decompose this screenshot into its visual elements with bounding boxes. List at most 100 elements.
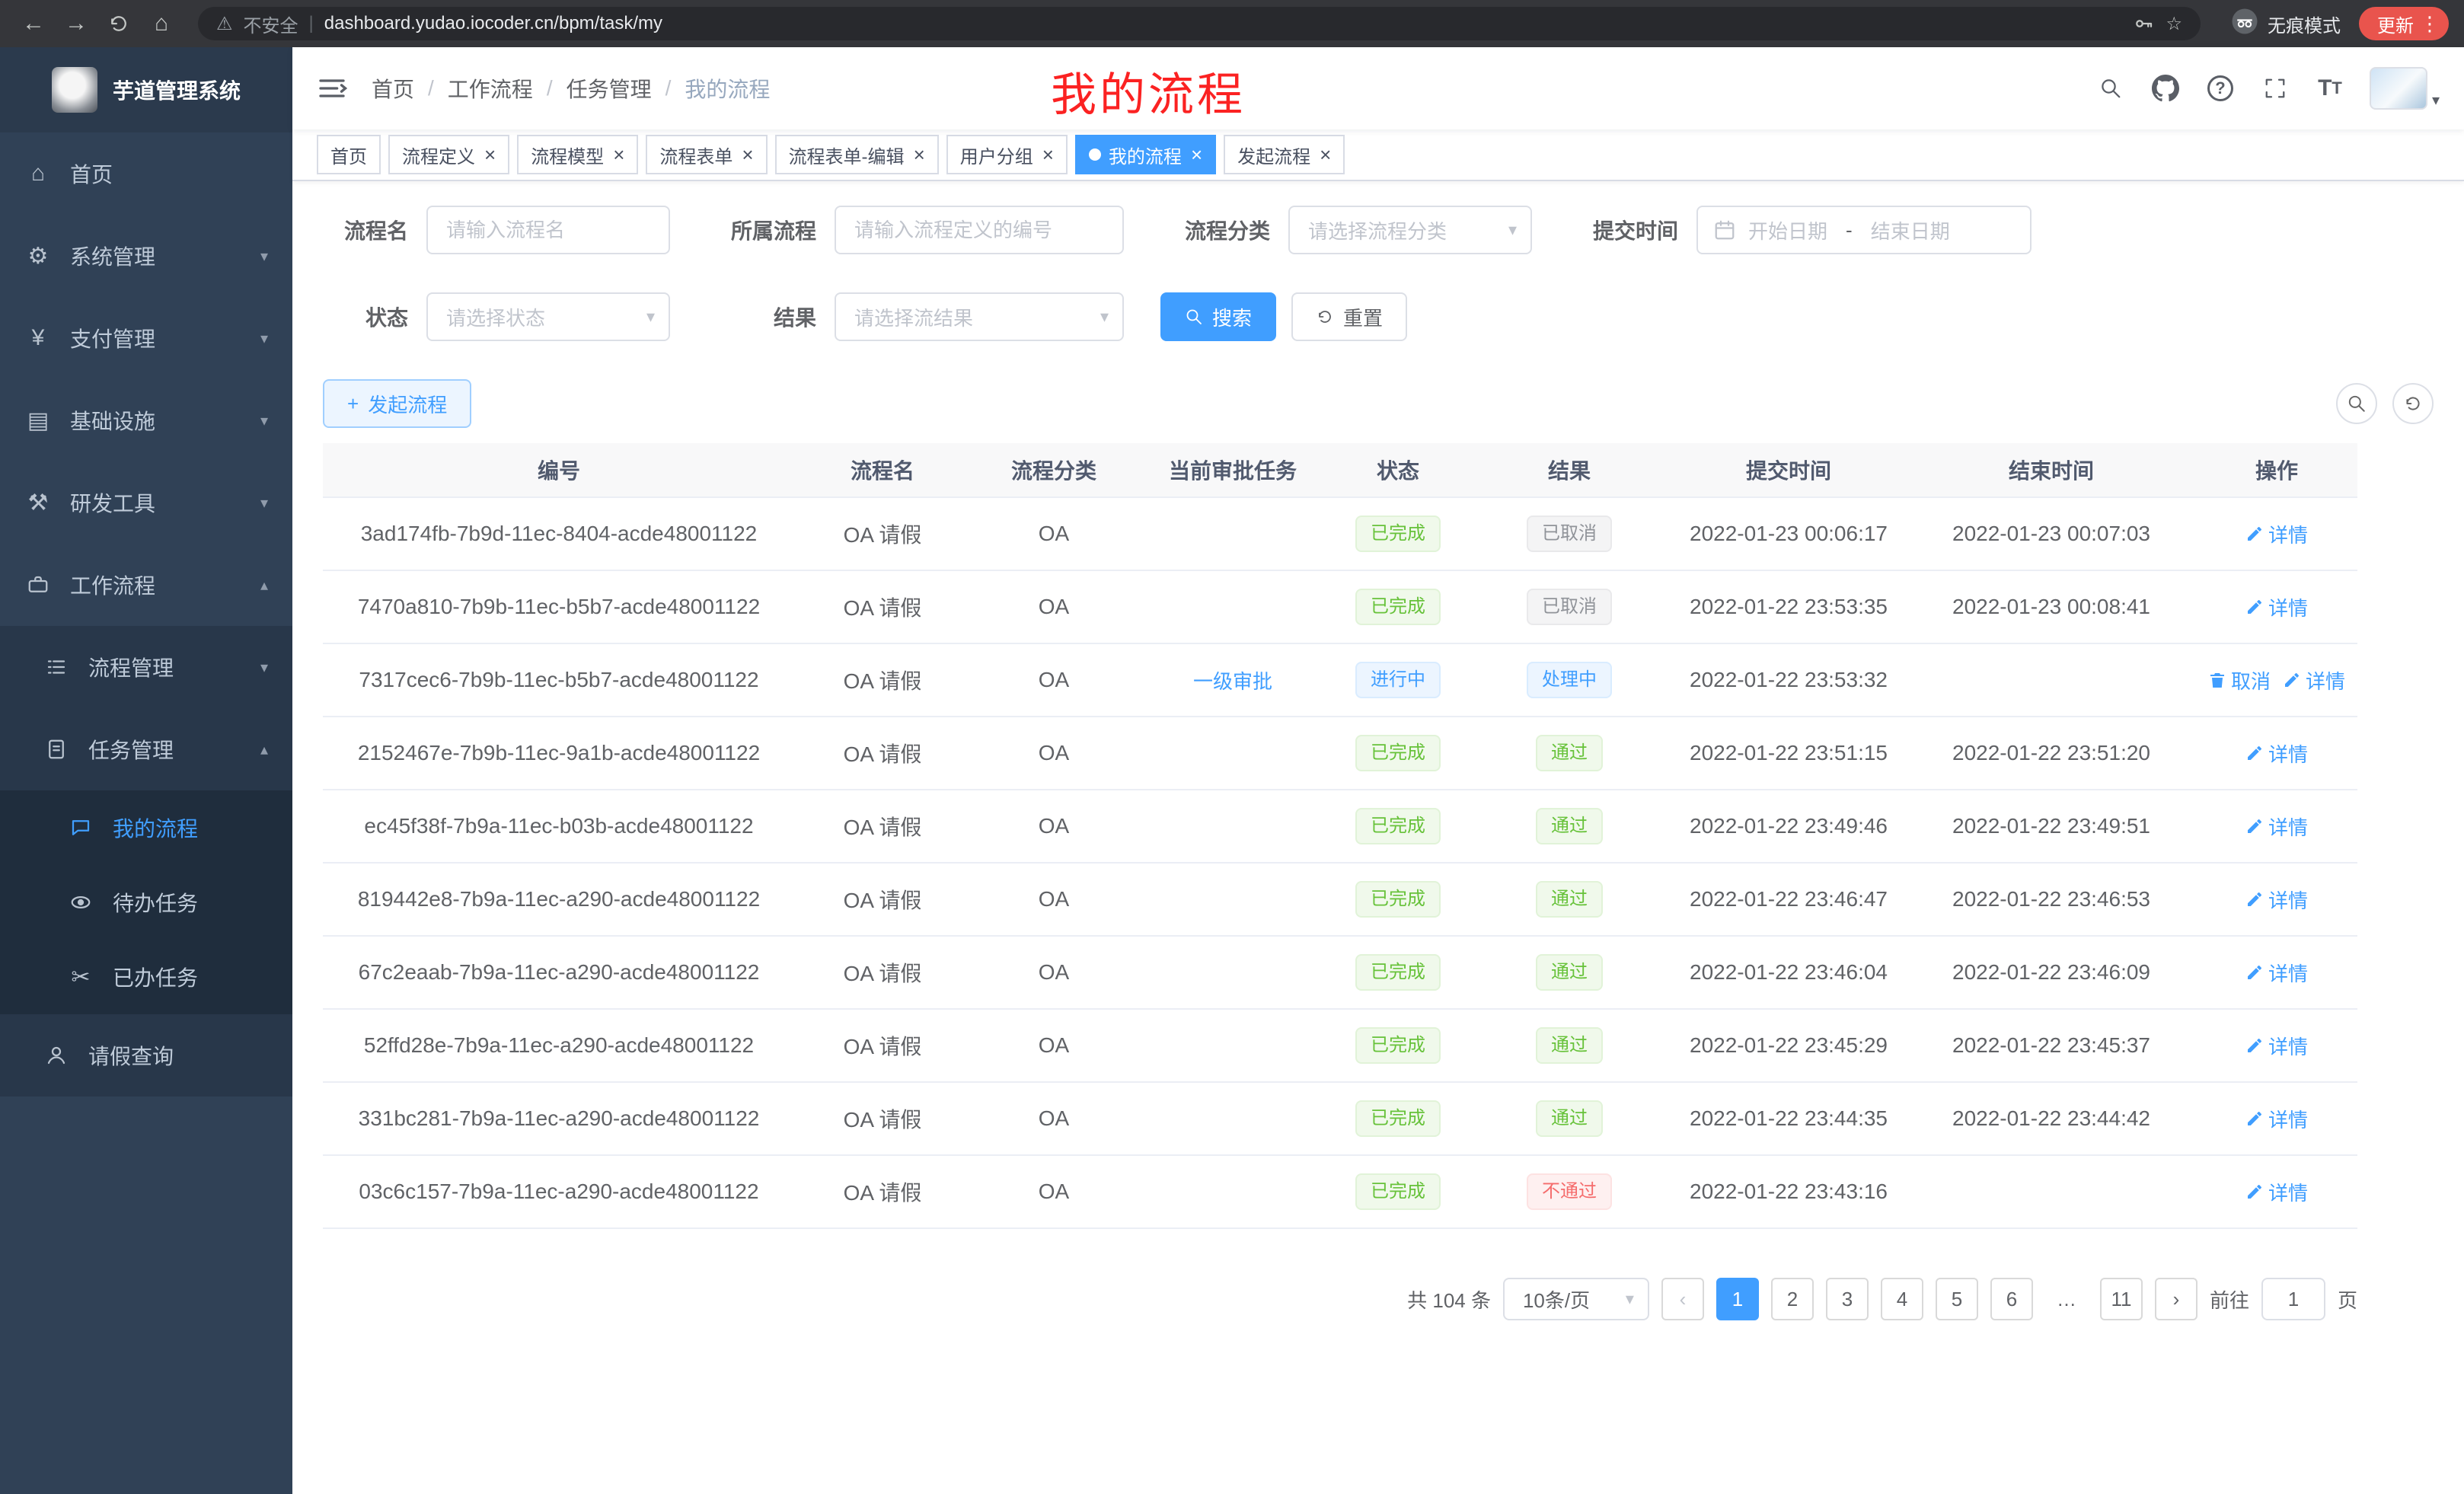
tab-流程表单[interactable]: 流程表单× (646, 135, 767, 174)
detail-link[interactable]: 详情 (2245, 886, 2308, 914)
fullscreen-icon[interactable] (2260, 73, 2290, 104)
cell-end-time: 2022-01-22 23:46:09 (1907, 937, 2196, 1008)
tab-我的流程[interactable]: 我的流程× (1075, 135, 1216, 174)
app-logo[interactable]: 芋道管理系统 (0, 47, 292, 132)
approval-task-link[interactable]: 一级审批 (1193, 666, 1272, 694)
help-icon[interactable]: ? (2205, 73, 2236, 104)
sidebar-item-infrastructure[interactable]: ▤ 基础设施 ▾ (0, 379, 292, 461)
result-tag: 通过 (1536, 954, 1603, 991)
pagination-pages: 123456 … 11 (1716, 1278, 2143, 1320)
page-button[interactable]: 1 (1716, 1278, 1759, 1320)
page-button[interactable]: 2 (1771, 1278, 1814, 1320)
process-key-input[interactable] (835, 206, 1124, 254)
sidebar-item-home[interactable]: ⌂ 首页 (0, 132, 292, 215)
back-icon[interactable]: ← (15, 5, 52, 42)
close-icon[interactable]: × (484, 145, 496, 164)
address-bar[interactable]: ⚠ 不安全 | dashboard.yudao.iocoder.cn/bpm/t… (198, 7, 2201, 40)
page-ellipsis[interactable]: … (2045, 1278, 2088, 1320)
page-button[interactable]: 4 (1881, 1278, 1923, 1320)
detail-link[interactable]: 详情 (2245, 593, 2308, 621)
goto-page-input[interactable] (2261, 1278, 2325, 1320)
page-button[interactable]: 3 (1826, 1278, 1869, 1320)
cell-category: OA (970, 790, 1138, 862)
sidebar-item-my-process[interactable]: 我的流程 (0, 790, 292, 865)
result-select[interactable]: 请选择流结果 ▾ (835, 292, 1124, 341)
detail-link[interactable]: 详情 (2245, 812, 2308, 841)
tab-流程表单-编辑[interactable]: 流程表单-编辑× (775, 135, 939, 174)
tab-流程模型[interactable]: 流程模型× (517, 135, 638, 174)
tab-发起流程[interactable]: 发起流程× (1224, 135, 1345, 174)
github-icon[interactable] (2150, 73, 2181, 104)
goto-label: 前往 (2210, 1285, 2249, 1314)
sidebar-item-todo-tasks[interactable]: 待办任务 (0, 865, 292, 940)
home-icon[interactable]: ⌂ (143, 5, 180, 42)
prev-page-button[interactable]: ‹ (1661, 1278, 1704, 1320)
search-button[interactable]: 搜索 (1160, 292, 1276, 341)
font-size-icon[interactable]: TT (2315, 73, 2345, 104)
category-select[interactable]: 请选择流程分类 ▾ (1288, 206, 1532, 254)
sidebar-item-process-management[interactable]: 流程管理 ▾ (0, 626, 292, 708)
cell-submit-time: 2022-01-22 23:46:47 (1671, 864, 1907, 935)
next-page-button[interactable]: › (2155, 1278, 2197, 1320)
breadcrumb-item[interactable]: 工作流程 (448, 73, 533, 104)
page-size-select[interactable]: 10条/页 ▾ (1503, 1278, 1649, 1320)
tab-用户分组[interactable]: 用户分组× (946, 135, 1068, 174)
page-button[interactable]: 5 (1936, 1278, 1978, 1320)
detail-link[interactable]: 详情 (2245, 1178, 2308, 1206)
cell-id: 7317cec6-7b9b-11ec-b5b7-acde48001122 (323, 644, 795, 716)
status-select[interactable]: 请选择状态 ▾ (426, 292, 670, 341)
show-search-button[interactable] (2336, 383, 2377, 424)
detail-link[interactable]: 详情 (2245, 739, 2308, 768)
detail-link[interactable]: 详情 (2283, 666, 2345, 694)
star-icon[interactable]: ☆ (2166, 13, 2182, 35)
refresh-table-button[interactable] (2392, 383, 2434, 424)
cell-status: 已完成 (1328, 571, 1468, 643)
search-icon[interactable] (2095, 73, 2126, 104)
sidebar-item-system[interactable]: ⚙ 系统管理 ▾ (0, 215, 292, 297)
detail-link[interactable]: 详情 (2245, 1032, 2308, 1060)
user-avatar[interactable]: ▾ (2370, 67, 2440, 110)
submit-time-range-picker[interactable]: 开始日期 - 结束日期 (1696, 206, 2032, 254)
sidebar-item-task-management[interactable]: 任务管理 ▴ (0, 708, 292, 790)
process-name-input[interactable] (426, 206, 670, 254)
hamburger-icon[interactable] (317, 73, 347, 104)
sidebar-item-workflow[interactable]: 工作流程 ▴ (0, 544, 292, 626)
page-button[interactable]: 6 (1990, 1278, 2033, 1320)
update-button[interactable]: 更新 ⋮ (2359, 7, 2449, 40)
close-icon[interactable]: × (914, 145, 925, 164)
reload-icon[interactable] (101, 5, 137, 42)
cell-id: 67c2eaab-7b9a-11ec-a290-acde48001122 (323, 937, 795, 1008)
detail-link[interactable]: 详情 (2245, 959, 2308, 987)
menu-dots-icon[interactable]: ⋮ (2420, 12, 2440, 36)
tab-流程定义[interactable]: 流程定义× (388, 135, 509, 174)
breadcrumb-item[interactable]: 首页 (372, 73, 414, 104)
detail-link[interactable]: 详情 (2245, 1105, 2308, 1133)
detail-link[interactable]: 详情 (2245, 520, 2308, 548)
close-icon[interactable]: × (1320, 145, 1331, 164)
key-icon[interactable] (2132, 12, 2155, 35)
page-button[interactable]: 11 (2100, 1278, 2143, 1320)
close-icon[interactable]: × (1191, 145, 1202, 164)
sidebar-item-leave-query[interactable]: 请假查询 (0, 1014, 292, 1097)
close-icon[interactable]: × (1042, 145, 1054, 164)
cell-actions: 取消详情 (2196, 644, 2357, 716)
sidebar-item-payment[interactable]: ¥ 支付管理 ▾ (0, 297, 292, 379)
cancel-link[interactable]: 取消 (2208, 666, 2271, 694)
column-header: 编号 (323, 443, 795, 496)
chevron-up-icon: ▴ (260, 576, 268, 595)
create-process-button[interactable]: + 发起流程 (323, 379, 471, 428)
sidebar-item-done-tasks[interactable]: ✂ 已办任务 (0, 940, 292, 1014)
scissors-icon: ✂ (67, 964, 94, 991)
close-icon[interactable]: × (613, 145, 624, 164)
sidebar-item-devtools[interactable]: ⚒ 研发工具 ▾ (0, 461, 292, 544)
close-icon[interactable]: × (742, 145, 753, 164)
top-navbar: 首页 / 工作流程 / 任务管理 / 我的流程 我的流程 ? (292, 47, 2464, 129)
sidebar-item-label: 研发工具 (70, 487, 155, 518)
cell-end-time: 2022-01-22 23:51:20 (1907, 717, 2196, 789)
sidebar-item-label: 任务管理 (88, 734, 174, 765)
result-tag: 已取消 (1527, 516, 1612, 552)
breadcrumb-item[interactable]: 任务管理 (567, 73, 652, 104)
tab-首页[interactable]: 首页 (317, 135, 381, 174)
forward-icon[interactable]: → (58, 5, 94, 42)
reset-button[interactable]: 重置 (1291, 292, 1407, 341)
